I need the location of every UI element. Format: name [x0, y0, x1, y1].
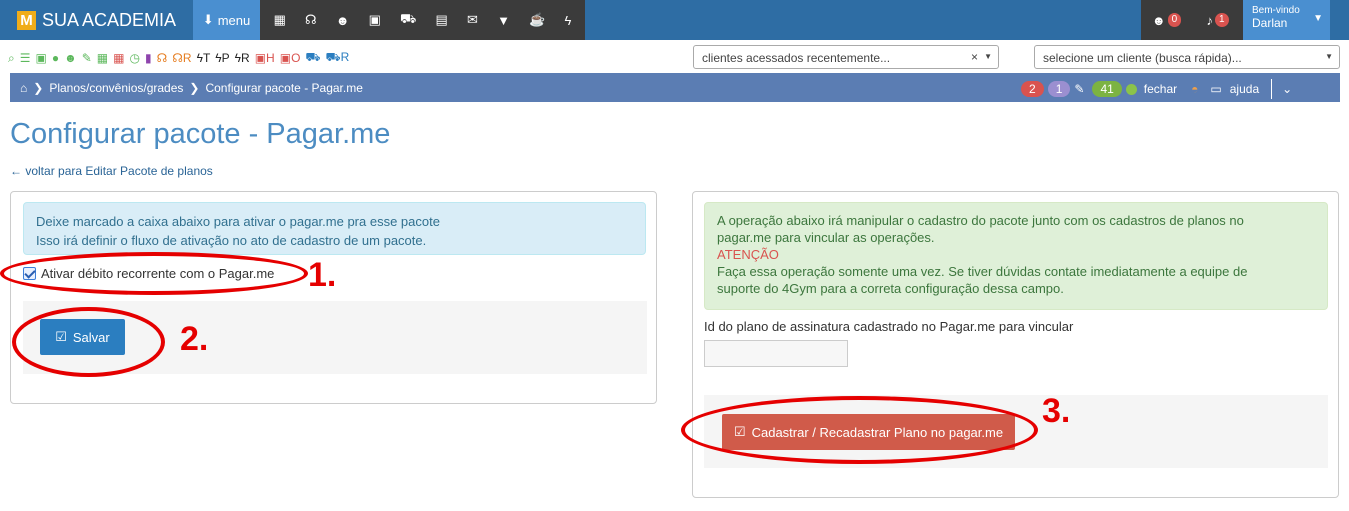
back-link[interactable]: ← voltar para Editar Pacote de planos — [10, 164, 213, 178]
money-icon[interactable]: ▣ — [36, 51, 47, 65]
calendar-icon[interactable]: ▦ — [274, 12, 286, 28]
cart-icon[interactable]: ⛟ — [400, 11, 416, 29]
chevron-right-icon: ❯ — [189, 80, 200, 95]
filter-icon[interactable]: ▼ — [497, 13, 510, 28]
bolt-p-icon[interactable]: ϟP — [215, 51, 229, 65]
user-icon[interactable]: ● — [52, 51, 59, 65]
fechar-link[interactable]: fechar — [1144, 82, 1177, 96]
clock-icon[interactable]: ◷ — [129, 51, 139, 65]
money-icon[interactable]: ▣ — [369, 12, 381, 28]
quick-client-placeholder: selecione um cliente (busca rápida)... — [1043, 51, 1242, 65]
quick-client-search[interactable]: selecione um cliente (busca rápida)... ▼ — [1034, 45, 1340, 69]
arrow-left-icon: ← — [10, 164, 22, 178]
breadcrumb-current: Configurar pacote - Pagar.me — [205, 80, 363, 95]
users-icon: ☻ — [1151, 12, 1166, 28]
stethoscope-icon[interactable]: ☊ — [157, 51, 168, 65]
pencil-icon[interactable]: ✎ — [1074, 82, 1084, 96]
alert-line-1: A operação abaixo irá manipular o cadast… — [717, 213, 1244, 228]
list-icon[interactable]: ☰ — [20, 51, 31, 65]
money-h-icon[interactable]: ▣H — [255, 51, 275, 65]
stethoscope-r-icon[interactable]: ☊R — [172, 51, 191, 65]
annotation-number-1: 1. — [308, 256, 337, 294]
users-count-badge: 0 — [1167, 13, 1182, 27]
status-dot-icon — [1125, 83, 1137, 95]
notifications[interactable]: ♪ 1 — [1192, 0, 1243, 40]
annotation-ellipse-2 — [12, 307, 165, 377]
pill-red[interactable]: 2 — [1021, 81, 1044, 97]
top-icon-bar: ▦ ☊ ☻ ▣ ⛟ ▤ ✉ ▼ ☕ ϟ — [260, 0, 585, 40]
users-icon[interactable]: ☻ — [336, 13, 350, 28]
arrow-down-icon: ⬇ — [202, 12, 214, 27]
breadcrumb-tools: 2 1 ✎ 41 fechar ◓ ▭ ajuda ⌄ — [1021, 79, 1292, 99]
annotation-ellipse-1 — [0, 252, 308, 295]
info-alert: Deixe marcado a caixa abaixo para ativar… — [23, 202, 646, 255]
chevron-right-icon: ❯ — [33, 80, 44, 95]
users-online[interactable]: ☻ 0 — [1141, 0, 1192, 40]
alert-line-3: Faça essa operação somente uma vez. Se t… — [717, 264, 1248, 279]
users-icon[interactable]: ☻ — [64, 51, 77, 65]
cart-icon[interactable]: ⛟ — [305, 50, 320, 66]
bell-icon: ♪ — [1206, 12, 1213, 28]
caret-down-icon: ▼ — [1313, 13, 1323, 24]
annotation-number-3: 3. — [1042, 392, 1071, 430]
menu-button[interactable]: ⬇ menu — [193, 0, 260, 40]
back-link-label: voltar para Editar Pacote de planos — [25, 164, 213, 178]
alert-line-2: pagar.me para vincular as operações. — [717, 230, 935, 245]
annotation-ellipse-3 — [681, 396, 1038, 464]
chevron-down-icon[interactable]: ⌄ — [1282, 82, 1292, 96]
search-icon[interactable]: ⌕ — [8, 51, 15, 66]
dashboard-icon[interactable]: ◓ — [1191, 82, 1198, 96]
plan-id-label: Id do plano de assinatura cadastrado no … — [704, 319, 1074, 334]
calendar-red-icon[interactable]: ▦ — [113, 51, 124, 65]
calendar-icon[interactable]: ▦ — [97, 51, 108, 65]
warning-alert: A operação abaixo irá manipular o cadast… — [704, 202, 1328, 310]
pill-purple[interactable]: 1 — [1047, 81, 1071, 97]
money-o-icon[interactable]: ▣O — [280, 51, 301, 65]
info-line-2: Isso irá definir o fluxo de ativação no … — [36, 233, 427, 248]
alert-line-4: suporte do 4Gym para a correta configura… — [717, 281, 1064, 296]
plan-id-input[interactable] — [704, 340, 848, 367]
pencil-icon[interactable]: ✎ — [82, 51, 92, 65]
cart-r-icon[interactable]: ⛟R — [326, 50, 350, 66]
alert-warning-title: ATENÇÃO — [717, 247, 779, 262]
page-title: Configurar pacote - Pagar.me — [10, 118, 391, 150]
breadcrumb: ⌂ ❯ Planos/convênios/grades ❯ Configurar… — [10, 73, 1340, 102]
notifications-badge: 1 — [1214, 13, 1229, 27]
ajuda-link[interactable]: ajuda — [1230, 82, 1259, 96]
clear-icon[interactable]: × — [971, 50, 978, 64]
bolt-icon[interactable]: ϟ — [564, 13, 571, 28]
laptop-icon[interactable]: ▭ — [1210, 82, 1221, 96]
menu-label: menu — [217, 12, 251, 28]
recent-clients-select[interactable]: clientes acessados recentemente... × ▼ — [693, 45, 999, 69]
envelope-icon[interactable]: ✉ — [467, 12, 478, 28]
breadcrumb-level1[interactable]: Planos/convênios/grades — [49, 81, 183, 95]
pill-green[interactable]: 41 — [1092, 81, 1122, 97]
info-line-1: Deixe marcado a caixa abaixo para ativar… — [36, 214, 440, 229]
bolt-t-icon[interactable]: ϟT — [197, 51, 211, 65]
bookmark-icon[interactable]: ▮ — [145, 51, 152, 65]
caret-down-icon: ▼ — [1325, 52, 1333, 61]
brand-name: SUA ACADEMIA — [42, 9, 177, 30]
divider — [1271, 79, 1273, 99]
caret-down-icon: ▼ — [984, 52, 992, 61]
brand-logo: M — [17, 10, 36, 30]
annotation-number-2: 2. — [180, 320, 209, 358]
recent-clients-value: clientes acessados recentemente... — [702, 51, 891, 65]
brand[interactable]: M SUA ACADEMIA — [0, 0, 193, 40]
file-icon[interactable]: ▤ — [436, 12, 448, 28]
bolt-r-icon[interactable]: ϟR — [235, 51, 250, 65]
user-menu[interactable]: Bem-vindo Darlan ▼ — [1243, 0, 1330, 40]
quick-toolbar: ⌕ ☰ ▣ ● ☻ ✎ ▦ ▦ ◷ ▮ ☊ ☊R ϟT ϟP ϟR ▣H ▣O … — [0, 44, 690, 72]
home-icon[interactable]: ⌂ — [20, 81, 27, 95]
coffee-icon[interactable]: ☕ — [529, 12, 545, 28]
stethoscope-icon[interactable]: ☊ — [305, 12, 317, 28]
